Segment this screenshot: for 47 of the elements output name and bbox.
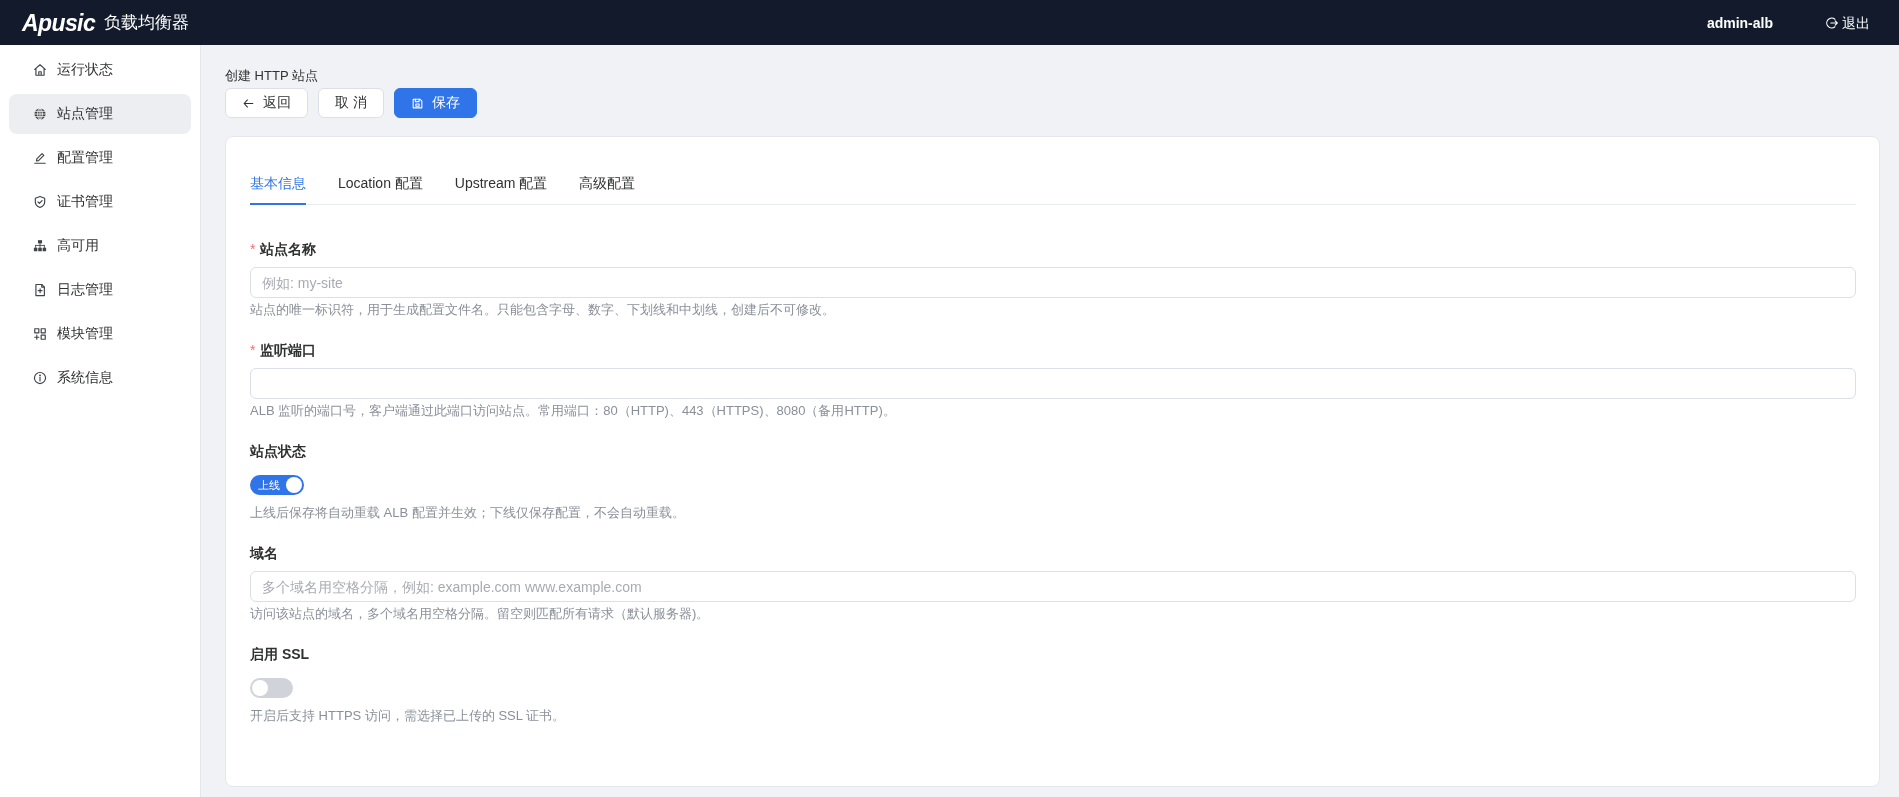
pen-icon: [33, 151, 47, 165]
cancel-button[interactable]: 取 消: [318, 88, 384, 118]
field-label: 监听端口: [260, 341, 317, 360]
field-label: 启用 SSL: [250, 645, 310, 664]
sidebar-item[interactable]: 高可用: [9, 226, 191, 266]
input-field[interactable]: [250, 368, 1856, 399]
brand-logo: Apusic: [22, 8, 96, 37]
sidebar-item[interactable]: 系统信息: [9, 358, 191, 398]
tab[interactable]: Location 配置: [338, 164, 423, 205]
grid-plus-icon: [33, 327, 47, 341]
info-icon: [33, 371, 47, 385]
toggle-switch[interactable]: 上线: [250, 475, 304, 495]
input-field[interactable]: 例如: my-site: [250, 267, 1856, 298]
back-button[interactable]: 返回: [225, 88, 308, 118]
sidebar-item[interactable]: 证书管理: [9, 182, 191, 222]
sidebar-item[interactable]: 日志管理: [9, 270, 191, 310]
toggle-switch[interactable]: [250, 678, 293, 698]
input-field[interactable]: 多个域名用空格分隔，例如: example.com www.example.com: [250, 571, 1856, 602]
arrow-left-icon: [242, 96, 255, 110]
home-icon: [33, 63, 47, 77]
logout-icon: [1825, 15, 1839, 30]
save-button[interactable]: 保存: [393, 88, 477, 118]
field-label: 站点状态: [250, 442, 306, 461]
sidebar-item[interactable]: 模块管理: [9, 314, 191, 354]
sidebar-item[interactable]: 运行状态: [9, 50, 191, 90]
tab[interactable]: 基本信息: [250, 164, 306, 205]
page-title: 创建 HTTP 站点: [225, 67, 318, 85]
help-text: 开启后支持 HTTPS 访问，需选择已上传的 SSL 证书。: [250, 707, 567, 725]
required-mark: *: [250, 341, 256, 360]
app-title: 负载均衡器: [104, 11, 190, 34]
shield-check-icon: [33, 195, 47, 209]
hierarchy-icon: [33, 239, 47, 253]
help-text: 上线后保存将自动重载 ALB 配置并生效；下线仅保存配置，不会自动重载。: [250, 504, 686, 522]
field-label: 域名: [250, 544, 278, 563]
help-text: ALB 监听的端口号，客户端通过此端口访问站点。常用端口：80（HTTP)、443（HTTPS)、8080（备用HTTP)。: [250, 402, 897, 420]
logout-button[interactable]: 退出: [1825, 12, 1870, 33]
sidebar-item[interactable]: 站点管理: [9, 94, 191, 134]
sidebar-item[interactable]: 配置管理: [9, 138, 191, 178]
help-text: 站点的唯一标识符，用于生成配置文件名。只能包含字母、数字、下划线和中划线，创建后不可修改。: [250, 301, 836, 319]
tab[interactable]: 高级配置: [579, 164, 636, 205]
username: admin-alb: [1706, 13, 1773, 33]
globe-icon: [33, 107, 47, 121]
required-mark: *: [250, 240, 256, 259]
tab[interactable]: Upstream 配置: [454, 164, 548, 205]
help-text: 访问该站点的域名，多个域名用空格分隔。留空则匹配所有请求（默认服务器)。: [250, 605, 711, 623]
document-icon: [33, 283, 47, 297]
field-label: 站点名称: [260, 240, 317, 259]
